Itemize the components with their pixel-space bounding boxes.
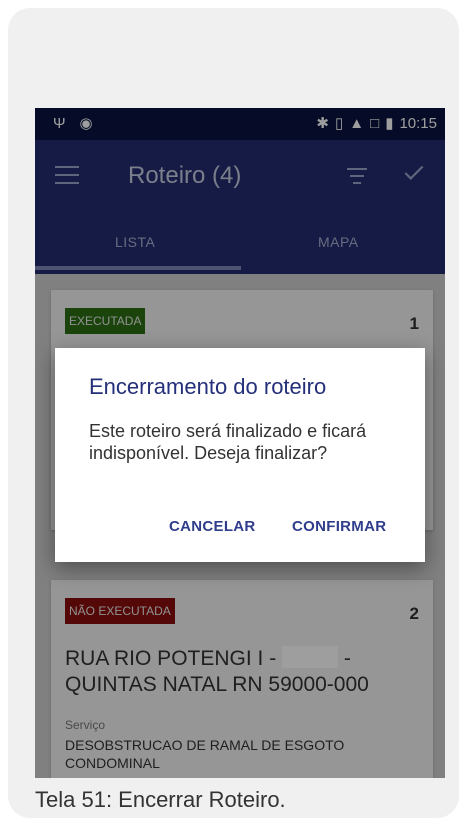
confirm-button[interactable]: CONFIRMAR [292,518,386,535]
cancel-button[interactable]: CANCELAR [169,518,256,535]
dialog-message: Este roteiro será finalizado e ficará in… [89,421,367,463]
confirm-dialog: Encerramento do roteiro Este roteiro ser… [55,348,425,562]
dialog-title: Encerramento do roteiro [89,374,327,399]
figure-caption: Tela 51: Encerrar Roteiro. [35,787,286,812]
phone-screen: Ψ ◉ ✱ ▯ ▲ □ ▮ 10:15 Roteiro (4) LISTA MA… [35,108,445,778]
